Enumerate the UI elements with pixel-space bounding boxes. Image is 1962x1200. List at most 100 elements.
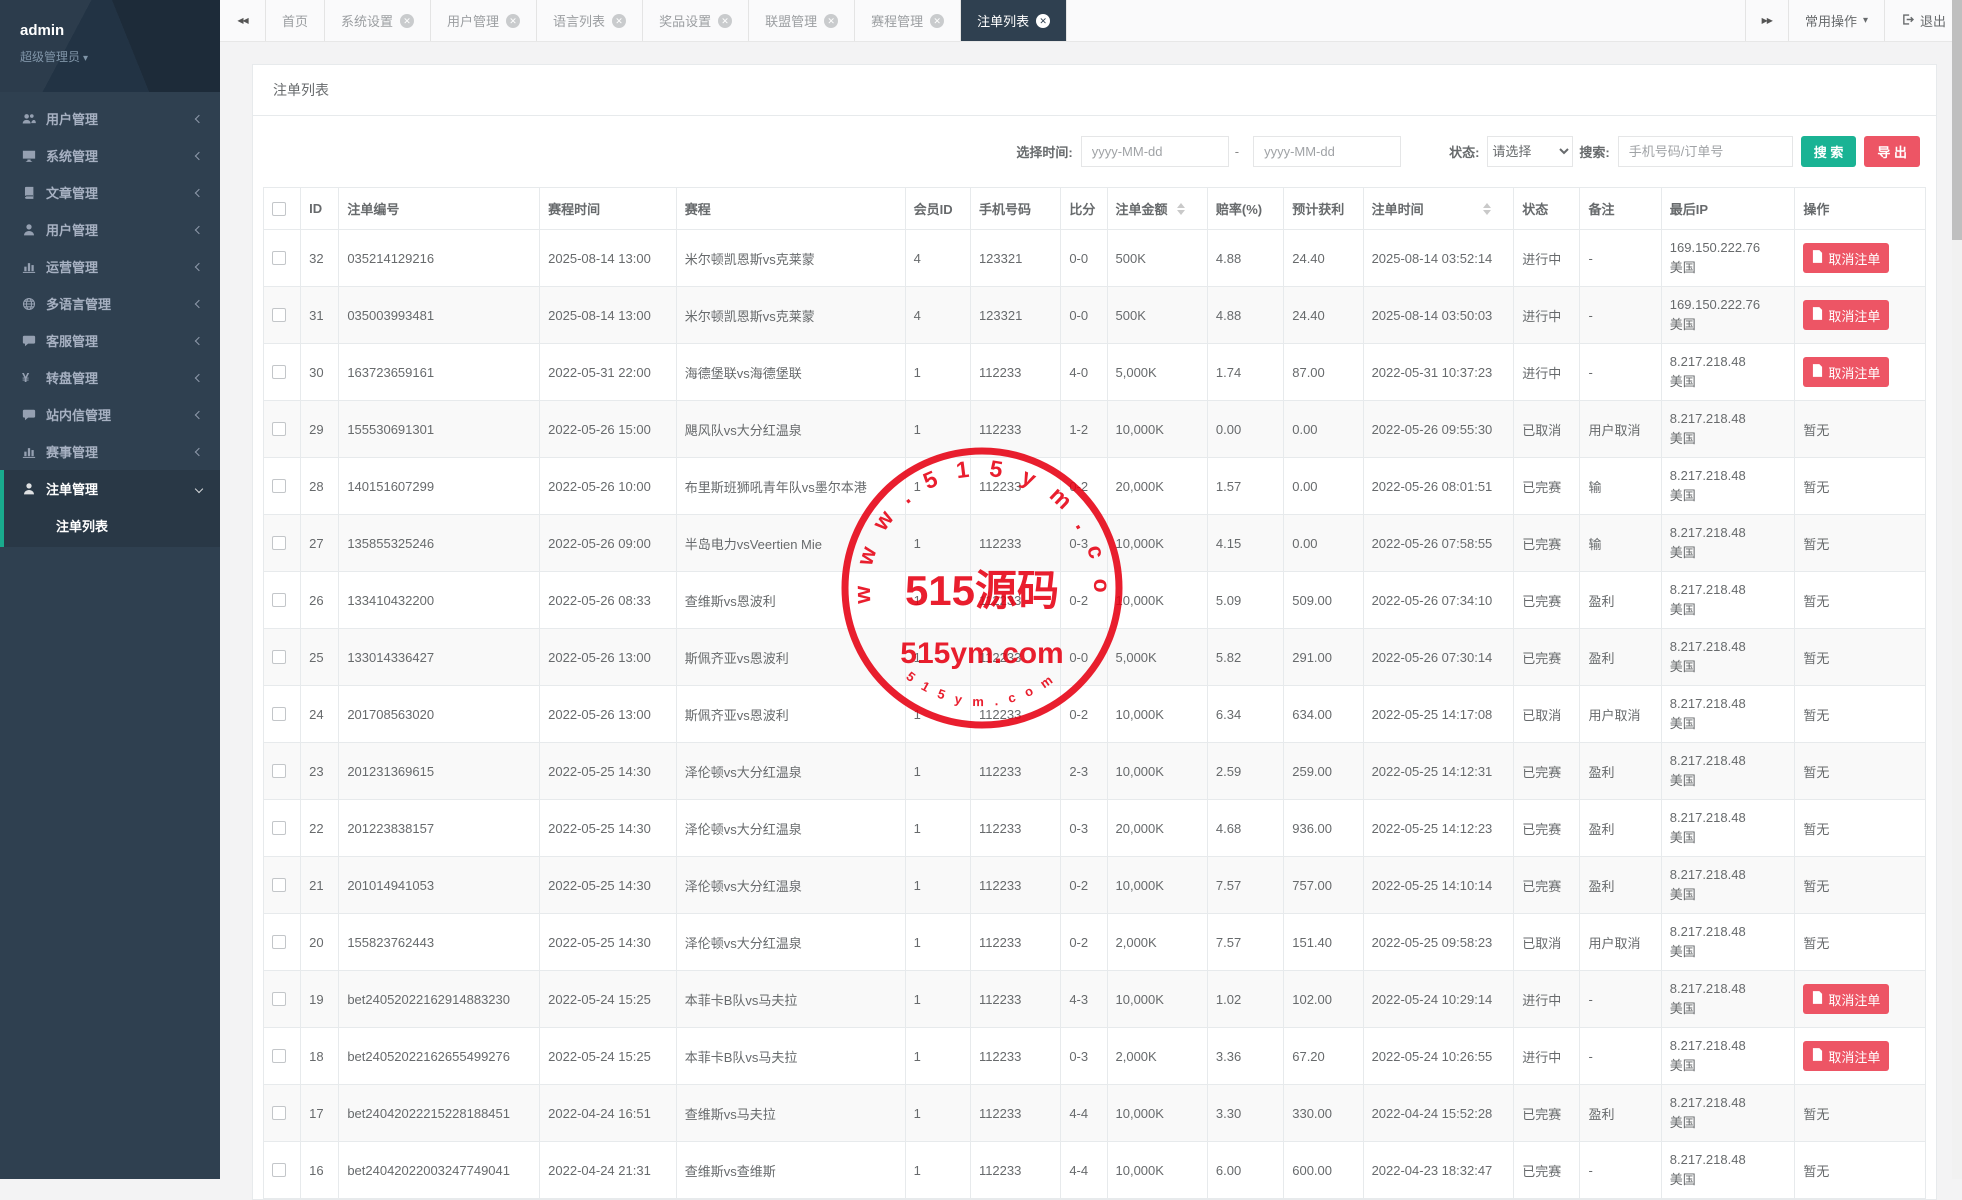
row-checkbox[interactable] [272, 422, 286, 436]
column-header-注单时间[interactable]: 注单时间 [1363, 188, 1514, 230]
sidebar-item-客服管理[interactable]: 客服管理 [0, 322, 220, 359]
column-header-操作: 操作 [1795, 188, 1926, 230]
scrollbar-thumb[interactable] [1952, 0, 1962, 240]
row-checkbox[interactable] [272, 992, 286, 1006]
row-checkbox[interactable] [272, 1049, 286, 1063]
sidebar-item-转盘管理[interactable]: ¥转盘管理 [0, 359, 220, 396]
cell-odds: 3.36 [1207, 1028, 1283, 1085]
chevron-down-icon: ▾ [83, 53, 88, 64]
row-checkbox[interactable] [272, 593, 286, 607]
ip-address: 8.217.218.48 [1670, 352, 1787, 372]
tab-联盟管理[interactable]: 联盟管理✕ [749, 0, 855, 41]
chevron-left-icon [195, 151, 203, 159]
cell-id: 25 [301, 629, 339, 686]
tab-语言列表[interactable]: 语言列表✕ [537, 0, 643, 41]
row-checkbox[interactable] [272, 251, 286, 265]
row-checkbox[interactable] [272, 365, 286, 379]
tab-赛程管理[interactable]: 赛程管理✕ [855, 0, 961, 41]
row-checkbox[interactable] [272, 1106, 286, 1120]
sidebar-item-用户管理[interactable]: 用户管理 [0, 211, 220, 248]
cell-id: 29 [301, 401, 339, 458]
ip-country: 美国 [1670, 714, 1787, 734]
logout-button[interactable]: 退出 [1884, 0, 1962, 41]
tab-label: 首页 [282, 11, 308, 30]
sidebar-item-运营管理[interactable]: 运营管理 [0, 248, 220, 285]
row-checkbox[interactable] [272, 479, 286, 493]
cancel-order-button[interactable]: 取消注单 [1803, 300, 1889, 330]
sort-carets-icon[interactable] [1177, 203, 1185, 215]
row-checkbox[interactable] [272, 536, 286, 550]
row-checkbox[interactable] [272, 308, 286, 322]
comment-icon [22, 408, 46, 422]
ip-country: 美国 [1670, 828, 1787, 848]
sidebar-item-多语言管理[interactable]: 多语言管理 [0, 285, 220, 322]
start-date-input[interactable] [1081, 136, 1229, 167]
row-checkbox[interactable] [272, 878, 286, 892]
row-checkbox[interactable] [272, 650, 286, 664]
cancel-order-button[interactable]: 取消注单 [1803, 984, 1889, 1014]
sidebar-subitem-注单列表[interactable]: 注单列表 [4, 507, 220, 547]
status-select[interactable]: 请选择 [1487, 136, 1573, 167]
cell-order-time: 2022-05-24 10:26:55 [1363, 1028, 1514, 1085]
row-checkbox[interactable] [272, 935, 286, 949]
cell-status: 已取消 [1514, 401, 1580, 458]
sidebar-item-label: 转盘管理 [46, 368, 196, 387]
column-header-label: 操作 [1803, 199, 1829, 218]
search-input[interactable] [1618, 136, 1793, 167]
sidebar-item-系统管理[interactable]: 系统管理 [0, 137, 220, 174]
tab-close-icon[interactable]: ✕ [400, 14, 414, 28]
ip-address: 8.217.218.48 [1670, 694, 1787, 714]
cell-order-no: 140151607299 [339, 458, 540, 515]
cell-order-time: 2022-04-23 18:32:47 [1363, 1142, 1514, 1199]
cancel-order-button[interactable]: 取消注单 [1803, 243, 1889, 273]
column-header-赔率(%): 赔率(%) [1207, 188, 1283, 230]
tabs-scroll-left-button[interactable]: ◀◀ [220, 0, 266, 41]
no-action-label: 暂无 [1803, 708, 1829, 723]
cancel-order-button[interactable]: 取消注单 [1803, 357, 1889, 387]
cell-action: 暂无 [1795, 401, 1926, 458]
column-header-label: 注单编号 [347, 199, 399, 218]
tab-close-icon[interactable]: ✕ [1036, 14, 1050, 28]
tab-close-icon[interactable]: ✕ [612, 14, 626, 28]
row-checkbox[interactable] [272, 764, 286, 778]
cancel-order-button[interactable]: 取消注单 [1803, 1041, 1889, 1071]
row-checkbox[interactable] [272, 707, 286, 721]
tab-close-icon[interactable]: ✕ [824, 14, 838, 28]
ip-country: 美国 [1670, 1113, 1787, 1133]
sidebar-item-站内信管理[interactable]: 站内信管理 [0, 396, 220, 433]
sidebar-item-文章管理[interactable]: 文章管理 [0, 174, 220, 211]
tabs-scroll-right-button[interactable]: ▶▶ [1745, 0, 1788, 41]
vertical-scrollbar[interactable] [1952, 0, 1962, 1179]
cell-order-time: 2022-04-24 15:52:28 [1363, 1085, 1514, 1142]
cell-match: 布里斯班狮吼青年队vs墨尔本港 [676, 458, 905, 515]
select-all-checkbox[interactable] [272, 202, 286, 216]
cell-order-time: 2022-05-31 10:37:23 [1363, 344, 1514, 401]
common-actions-dropdown[interactable]: 常用操作 ▾ [1788, 0, 1884, 41]
tab-系统设置[interactable]: 系统设置✕ [325, 0, 431, 41]
tab-close-icon[interactable]: ✕ [506, 14, 520, 28]
sidebar-item-用户管理[interactable]: 用户管理 [0, 100, 220, 137]
row-checkbox[interactable] [272, 1163, 286, 1177]
cell-score: 0-0 [1061, 629, 1107, 686]
column-header-注单金额[interactable]: 注单金额 [1107, 188, 1207, 230]
tab-用户管理[interactable]: 用户管理✕ [431, 0, 537, 41]
tab-close-icon[interactable]: ✕ [930, 14, 944, 28]
column-header-状态: 状态 [1514, 188, 1580, 230]
sort-carets-icon[interactable] [1483, 203, 1491, 215]
cell-profit: 757.00 [1284, 857, 1363, 914]
end-date-input[interactable] [1253, 136, 1401, 167]
sidebar-item-赛事管理[interactable]: 赛事管理 [0, 433, 220, 470]
tab-首页[interactable]: 首页 [266, 0, 325, 41]
tab-注单列表[interactable]: 注单列表✕ [961, 0, 1067, 41]
column-header-label: 注单金额 [1116, 199, 1168, 218]
export-button[interactable]: 导 出 [1864, 136, 1920, 167]
cell-order-time: 2022-05-25 14:12:31 [1363, 743, 1514, 800]
tab-close-icon[interactable]: ✕ [718, 14, 732, 28]
row-checkbox[interactable] [272, 821, 286, 835]
search-button[interactable]: 搜 索 [1801, 136, 1857, 167]
sidebar-item-注单管理[interactable]: 注单管理 [4, 470, 220, 507]
user-role-dropdown[interactable]: 超级管理员▾ [20, 48, 200, 65]
cell-checkbox [264, 287, 301, 344]
tab-奖品设置[interactable]: 奖品设置✕ [643, 0, 749, 41]
cell-profit: 151.40 [1284, 914, 1363, 971]
